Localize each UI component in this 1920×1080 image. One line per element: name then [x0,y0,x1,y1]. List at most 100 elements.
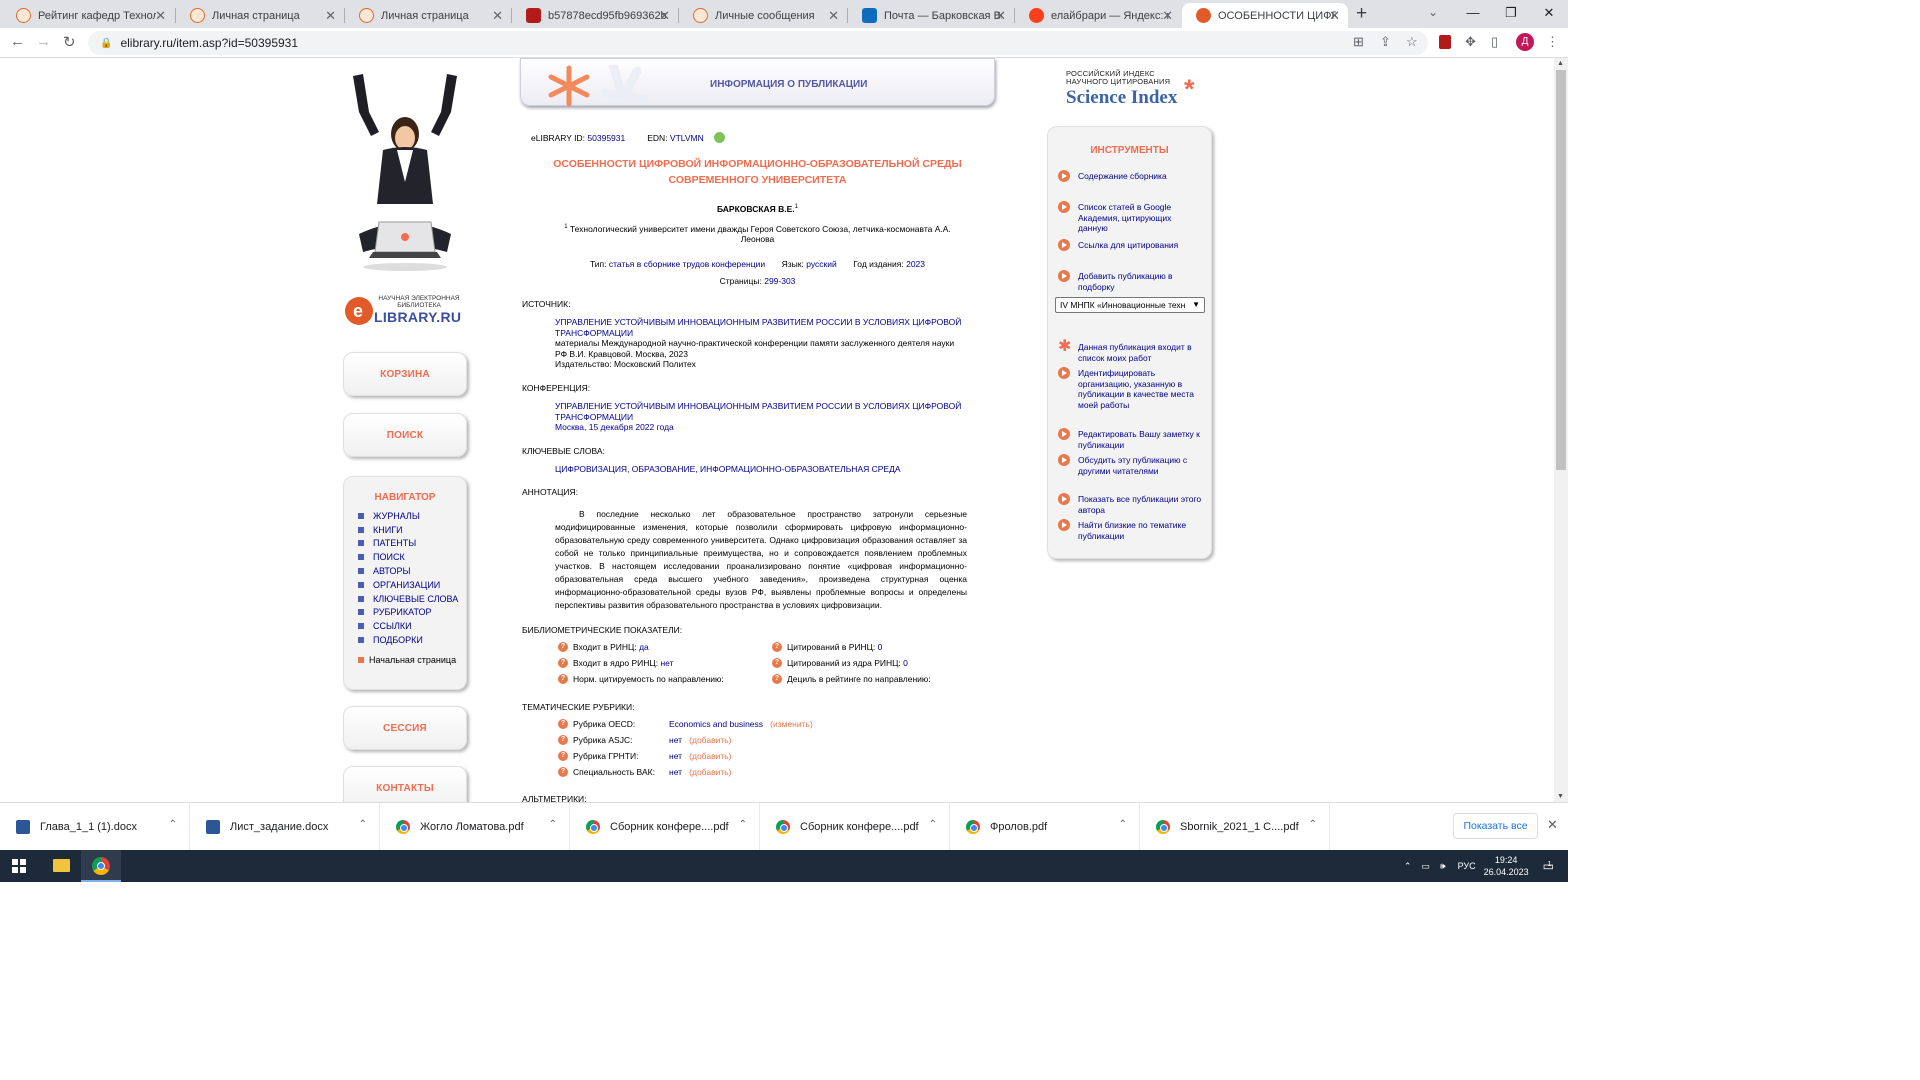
search-link[interactable]: ПОИСК [344,430,466,441]
tool-add-to-collection[interactable]: Добавить публикацию в подборку [1058,270,1203,292]
tool-contents[interactable]: Содержание сборника [1058,170,1203,182]
rubric-add-link[interactable]: добавить [692,767,729,778]
browser-tab[interactable]: Личная страница ✕ [176,3,344,28]
close-tab-icon[interactable]: ✕ [659,8,670,24]
kebab-menu-icon[interactable]: ⋮ [1546,34,1559,50]
new-tab-plus-icon[interactable]: + [1356,3,1367,25]
chrome-taskbar-icon[interactable] [81,850,121,882]
rubric-change-link[interactable]: изменить [773,719,810,730]
scroll-down-arrow-icon[interactable]: ▼ [1557,793,1564,800]
tool-google-scholar[interactable]: Список статей в Google Академия, цитирую… [1058,201,1203,234]
help-question-icon[interactable]: ? [558,751,568,762]
help-question-icon[interactable]: ? [558,674,568,685]
help-question-icon[interactable]: ? [558,735,568,746]
help-question-icon[interactable]: ? [772,674,782,685]
tool-similar-publications[interactable]: Найти близкие по тематике публикации [1058,519,1203,541]
nav-item-journals[interactable]: ЖУРНАЛЫ [344,509,466,523]
tool-discuss[interactable]: Обсудить эту публикацию с другими читате… [1058,454,1203,476]
download-item[interactable]: Сборник конфере....pdf ⌃ [760,803,950,851]
chevron-up-icon[interactable]: ⌃ [929,819,937,830]
tool-edit-note[interactable]: Редактировать Вашу заметку к публикации [1058,428,1203,450]
session-link[interactable]: СЕССИЯ [344,723,466,734]
nav-item-authors[interactable]: АВТОРЫ [344,564,466,578]
language-indicator[interactable]: РУС [1458,861,1476,871]
close-tab-icon[interactable]: ✕ [995,8,1006,24]
browser-tab[interactable]: b57878ecd95fb969362bbe ✕ [512,3,678,28]
nav-item-search[interactable]: ПОИСК [344,550,466,564]
edn-value[interactable]: VTLVMN [670,133,704,143]
file-explorer-icon[interactable] [41,850,81,882]
download-item[interactable]: Фролов.pdf ⌃ [950,803,1140,851]
network-icon[interactable]: ▭ [1421,861,1430,872]
rubric-add-link[interactable]: добавить [692,751,729,762]
page-scrollbar[interactable]: ▲ ▼ [1554,58,1568,802]
forward-arrow-icon[interactable]: → [36,33,51,50]
download-item[interactable]: Жогло Ломатова.pdf ⌃ [380,803,570,851]
elibrary-id-value[interactable]: 50395931 [587,133,625,143]
help-question-icon[interactable]: ? [558,658,568,669]
collection-select[interactable]: IV МНПК «Инновационные техн ▼ [1055,297,1205,313]
session-menu-box[interactable]: СЕССИЯ [343,706,467,750]
help-question-icon[interactable]: ? [772,658,782,669]
download-item[interactable]: Глава_1_1 (1).docx ⌃ [0,803,190,851]
chevron-up-icon[interactable]: ⌃ [739,819,747,830]
share-icon[interactable]: ⇪ [1380,34,1391,50]
bookmark-star-icon[interactable]: ☆ [1406,34,1418,50]
close-tab-icon[interactable]: ✕ [155,8,166,24]
back-arrow-icon[interactable]: ← [10,33,25,50]
keywords-links[interactable]: ЦИФРОВИЗАЦИЯ, ОБРАЗОВАНИЕ, ИНФОРМАЦИОННО… [555,464,965,475]
close-tab-icon[interactable]: ✕ [1162,8,1173,24]
side-panel-icon[interactable]: ▯ [1491,34,1498,50]
chevron-up-icon[interactable]: ⌃ [1309,819,1317,830]
scroll-up-arrow-icon[interactable]: ▲ [1557,60,1564,67]
nav-item-links[interactable]: ССЫЛКИ [344,619,466,633]
scrollbar-thumb[interactable] [1556,70,1566,470]
globe-icon[interactable] [714,132,726,143]
rubric-value-link[interactable]: нет [669,751,682,762]
close-tab-icon[interactable]: ✕ [828,8,839,24]
download-item[interactable]: Sbornik_2021_1 C....pdf ⌃ [1140,803,1330,851]
chevron-up-icon[interactable]: ⌃ [169,819,177,830]
lock-icon[interactable]: 🔒 [100,38,112,49]
search-menu-box[interactable]: ПОИСК [343,413,467,457]
show-all-downloads-button[interactable]: Показать все [1453,813,1538,839]
help-question-icon[interactable]: ? [558,642,568,653]
tray-chevron-up-icon[interactable]: ⌃ [1404,861,1412,872]
rubric-value-link[interactable]: нет [669,735,682,746]
source-title-link[interactable]: УПРАВЛЕНИЕ УСТОЙЧИВЫМ ИННОВАЦИОННЫМ РАЗВ… [555,317,965,338]
conference-title-link[interactable]: УПРАВЛЕНИЕ УСТОЙЧИВЫМ ИННОВАЦИОННЫМ РАЗВ… [555,401,965,422]
close-window-icon[interactable]: ✕ [1530,0,1568,28]
nav-item-organizations[interactable]: ОРГАНИЗАЦИИ [344,578,466,592]
close-tab-icon[interactable]: ✕ [492,8,503,24]
close-shelf-icon[interactable]: ✕ [1547,817,1558,833]
help-question-icon[interactable]: ? [558,719,568,730]
contacts-link[interactable]: КОНТАКТЫ [344,783,466,794]
help-question-icon[interactable]: ? [558,767,568,778]
download-item[interactable]: Лист_задание.docx ⌃ [190,803,380,851]
elibrary-logo[interactable]: e НАУЧНАЯ ЭЛЕКТРОННАЯ БИБЛИОТЕКА LIBRARY.… [345,294,465,328]
cart-link[interactable]: КОРЗИНА [344,369,466,380]
acrobat-extension-icon[interactable] [1439,35,1451,49]
address-bar[interactable]: 🔒 elibrary.ru/item.asp?id=50395931 [88,31,1428,55]
contacts-menu-box[interactable]: КОНТАКТЫ [343,766,467,802]
restore-icon[interactable]: ❐ [1492,0,1530,28]
nav-item-collections[interactable]: ПОДБОРКИ [344,633,466,647]
volume-icon[interactable]: 🕪 [1440,861,1446,872]
minimize-icon[interactable]: — [1454,0,1492,28]
nav-item-rubricator[interactable]: РУБРИКАТОР [344,606,466,620]
author-name[interactable]: БАРКОВСКАЯ В.Е.1 [520,202,995,214]
cart-menu-box[interactable]: КОРЗИНА [343,352,467,396]
translate-icon[interactable]: ⊞ [1353,34,1364,50]
extensions-puzzle-icon[interactable]: ✥ [1465,34,1476,50]
tab-search-chevron-icon[interactable]: ⌄ [1428,5,1438,19]
science-index-logo[interactable]: РОССИЙСКИЙ ИНДЕКС НАУЧНОГО ЦИТИРОВАНИЯ S… [1066,70,1216,114]
tool-citation-link[interactable]: Ссылка для цитирования [1058,239,1203,251]
close-tab-icon[interactable]: ✕ [325,8,336,24]
conference-place-link[interactable]: Москва, 15 декабря 2022 года [555,422,965,433]
rubric-value-link[interactable]: нет [669,767,682,778]
browser-tab[interactable]: Рейтинг кафедр Технолог✕ [2,3,174,28]
nav-item-books[interactable]: КНИГИ [344,523,466,537]
notifications-icon[interactable]: ▭ 1 [1543,859,1554,873]
chevron-up-icon[interactable]: ⌃ [359,819,367,830]
close-tab-icon[interactable]: ✕ [1329,8,1340,24]
